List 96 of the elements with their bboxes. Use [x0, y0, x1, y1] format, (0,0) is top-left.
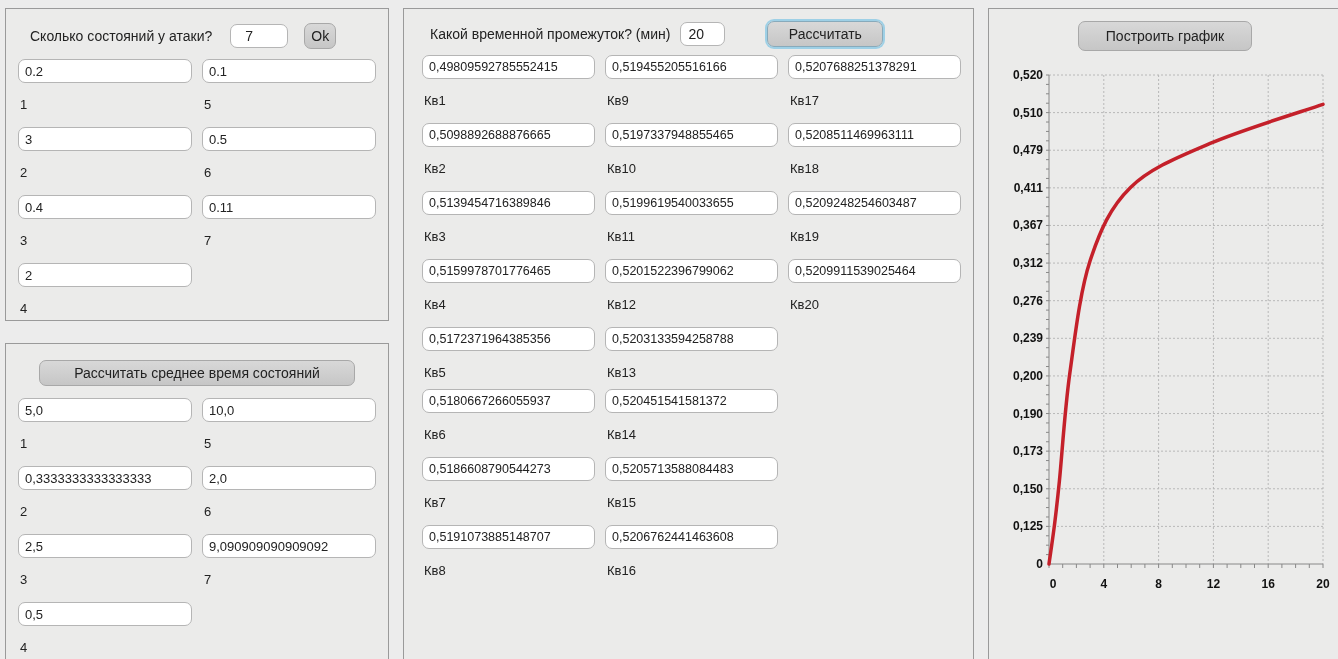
calculate-button[interactable]: Рассчитать — [767, 21, 884, 47]
state-label: 3 — [19, 233, 28, 248]
result-field[interactable]: 0,5191073885148707 — [422, 525, 595, 549]
question-label: Сколько состояний у атаки? — [30, 28, 213, 44]
probability-field[interactable]: 0.11 — [202, 195, 376, 219]
probability-field[interactable]: 0.2 — [18, 59, 192, 83]
state-label: 3 — [19, 572, 28, 587]
result-label: Кв19 — [789, 229, 819, 244]
mean-time-field[interactable]: 10,0 — [202, 398, 376, 422]
result-label: Кв18 — [789, 161, 819, 176]
result-label: Кв15 — [606, 495, 636, 510]
result-field[interactable]: 0,5209911539025464 — [788, 259, 961, 283]
probability-field[interactable]: 0.4 — [18, 195, 192, 219]
state-label: 1 — [19, 436, 28, 451]
state-label: 6 — [203, 165, 212, 180]
result-label: Кв13 — [606, 365, 636, 380]
state-label: 7 — [203, 572, 212, 587]
result-field[interactable]: 0,5205713588084483 — [605, 457, 778, 481]
mean-time-field[interactable]: 0,3333333333333333 — [18, 466, 192, 490]
result-field[interactable]: 0,5207688251378291 — [788, 55, 961, 79]
y-tick-label: 0,200 — [1012, 368, 1043, 383]
result-label: Кв2 — [423, 161, 446, 176]
result-field[interactable]: 0,5172371964385356 — [422, 327, 595, 351]
ok-button[interactable]: Ok — [304, 23, 337, 49]
x-tick-label: 0 — [1049, 577, 1057, 591]
x-tick-label: 16 — [1261, 577, 1275, 591]
state-label: 5 — [203, 97, 212, 112]
mean-time-field[interactable]: 0,5 — [18, 602, 192, 626]
y-tick-label: 0,312 — [1012, 256, 1043, 271]
y-tick-label: 0,239 — [1012, 331, 1043, 346]
y-tick-label: 0,276 — [1012, 293, 1043, 308]
y-tick-label: 0,173 — [1012, 444, 1043, 459]
result-label: Кв6 — [423, 427, 446, 442]
y-tick-label: 0,190 — [1012, 406, 1043, 421]
result-field[interactable]: 0,5209248254603487 — [788, 191, 961, 215]
state-label: 1 — [19, 97, 28, 112]
x-tick-label: 20 — [1316, 577, 1330, 591]
result-field[interactable]: 0,49809592785552415 — [422, 55, 595, 79]
result-field[interactable]: 0,5201522396799062 — [605, 259, 778, 283]
result-label: Кв16 — [606, 563, 636, 578]
result-field[interactable]: 0,5208511469963111 — [788, 123, 961, 147]
result-field[interactable]: 0,5203133594258788 — [605, 327, 778, 351]
result-label: Кв5 — [423, 365, 446, 380]
y-tick-label: 0,367 — [1012, 218, 1043, 233]
result-field[interactable]: 0,520451541581372 — [605, 389, 778, 413]
result-field[interactable]: 0,5159978701776465 — [422, 259, 595, 283]
result-label: Кв10 — [606, 161, 636, 176]
y-tick-label: 0 — [1036, 557, 1043, 571]
state-label: 5 — [203, 436, 212, 451]
result-field[interactable]: 0,5199619540033655 — [605, 191, 778, 215]
result-label: Кв14 — [606, 427, 636, 442]
mean-time-field[interactable]: 2,0 — [202, 466, 376, 490]
result-field[interactable]: 0,5206762441463608 — [605, 525, 778, 549]
result-label: Кв3 — [423, 229, 446, 244]
result-label: Кв7 — [423, 495, 446, 510]
result-label: Кв4 — [423, 297, 446, 312]
result-label: Кв12 — [606, 297, 636, 312]
result-field[interactable]: 0,5180667266055937 — [422, 389, 595, 413]
x-tick-label: 12 — [1206, 577, 1221, 591]
y-tick-label: 0,520 — [1012, 68, 1043, 82]
calculate-mean-time-button[interactable]: Рассчитать среднее время состояний — [39, 360, 355, 386]
y-tick-label: 0,510 — [1012, 105, 1043, 120]
result-label: Кв8 — [423, 563, 446, 578]
plot-chart-button[interactable]: Построить график — [1078, 21, 1252, 51]
result-label: Кв11 — [606, 229, 635, 244]
y-tick-label: 0,479 — [1012, 143, 1043, 158]
result-field[interactable]: 0,5186608790544273 — [422, 457, 595, 481]
result-label: Кв20 — [789, 297, 819, 312]
result-field[interactable]: 0,5098892688876665 — [422, 123, 595, 147]
state-label: 2 — [19, 165, 28, 180]
mean-time-field[interactable]: 5,0 — [18, 398, 192, 422]
probability-field[interactable]: 2 — [18, 263, 192, 287]
y-tick-label: 0,150 — [1012, 481, 1043, 496]
y-tick-label: 0,411 — [1013, 180, 1043, 195]
x-tick-label: 8 — [1155, 577, 1162, 591]
probability-field[interactable]: 0.1 — [202, 59, 376, 83]
result-field[interactable]: 0,5139454716389846 — [422, 191, 595, 215]
state-label: 6 — [203, 504, 212, 519]
state-label: 4 — [19, 640, 28, 655]
result-field[interactable]: 0,5197337948855465 — [605, 123, 778, 147]
state-label: 7 — [203, 233, 212, 248]
x-tick-label: 4 — [1100, 577, 1108, 591]
count-field[interactable]: 7 — [230, 24, 289, 48]
question-label: Какой временной промежуток? (мин) — [430, 26, 671, 42]
state-label: 2 — [19, 504, 28, 519]
state-label: 4 — [19, 301, 28, 316]
minutes-field[interactable]: 20 — [680, 22, 726, 46]
result-field[interactable]: 0,519455205516166 — [605, 55, 778, 79]
result-label: Кв1 — [423, 93, 446, 108]
probability-field[interactable]: 3 — [18, 127, 192, 151]
probability-field[interactable]: 0.5 — [202, 127, 376, 151]
result-label: Кв9 — [606, 93, 629, 108]
mean-time-field[interactable]: 9,090909090909092 — [202, 534, 376, 558]
y-tick-label: 0,125 — [1012, 519, 1043, 534]
mean-time-field[interactable]: 2,5 — [18, 534, 192, 558]
result-label: Кв17 — [789, 93, 819, 108]
